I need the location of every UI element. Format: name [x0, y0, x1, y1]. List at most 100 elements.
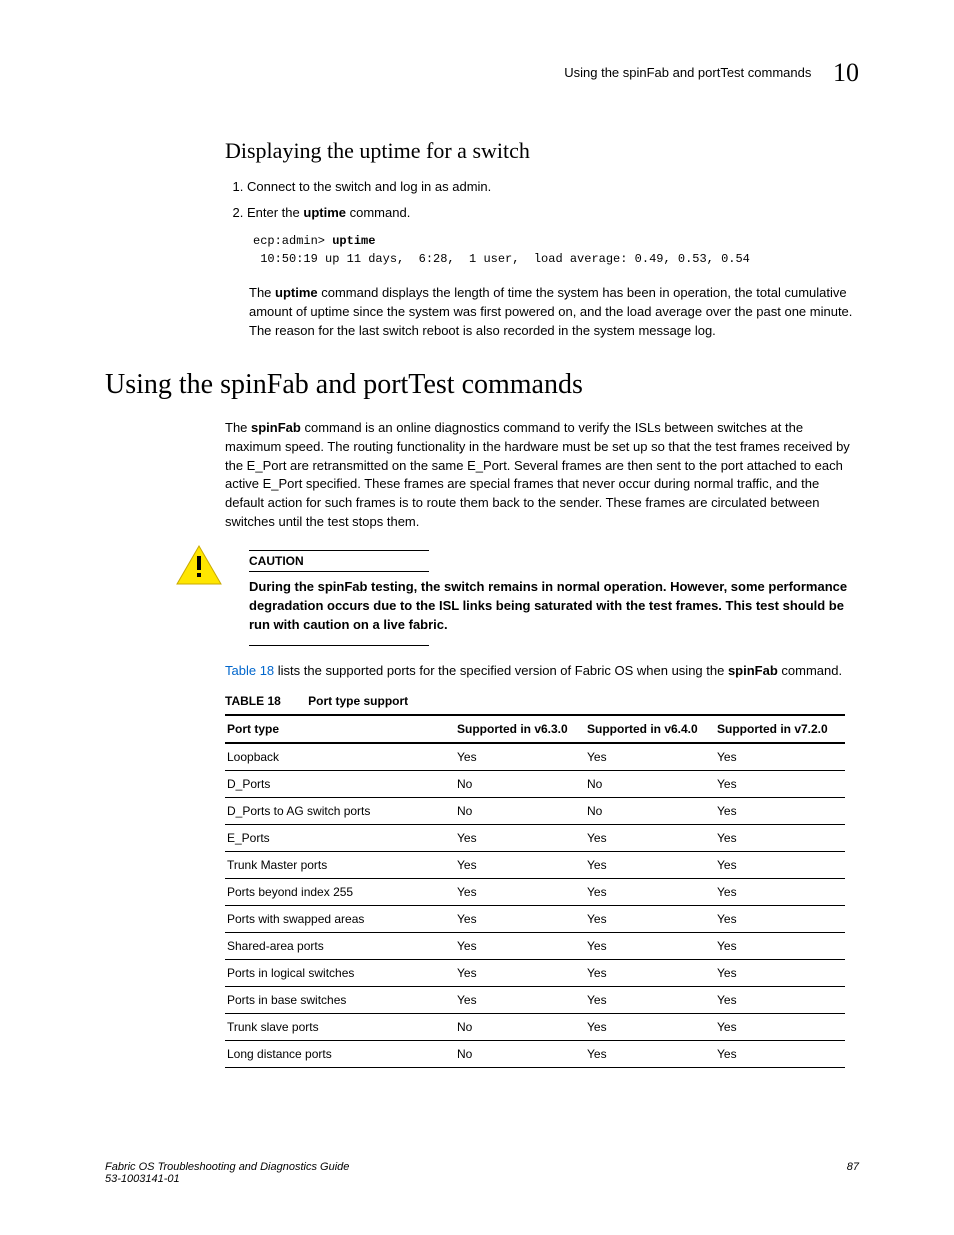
table-cell: Yes — [455, 906, 585, 933]
table-cell: Yes — [585, 987, 715, 1014]
table-cell: Trunk Master ports — [225, 852, 455, 879]
section-number: 10 — [833, 58, 859, 87]
code-output: 10:50:19 up 11 days, 6:28, 1 user, load … — [253, 252, 750, 266]
table-row: Trunk slave portsNoYesYes — [225, 1014, 845, 1041]
table-cell: Yes — [715, 852, 845, 879]
p1-cmd: spinFab — [251, 420, 301, 435]
table-cell: Yes — [585, 1014, 715, 1041]
table-row: D_Ports to AG switch portsNoNoYes — [225, 798, 845, 825]
port-type-table: Port type Supported in v6.3.0 Supported … — [225, 714, 845, 1068]
page-footer: 87 Fabric OS Troubleshooting and Diagnos… — [105, 1161, 859, 1185]
uptime-explain: The uptime command displays the length o… — [249, 284, 859, 341]
table-cell: Yes — [715, 1041, 845, 1068]
table-row: Ports beyond index 255YesYesYes — [225, 879, 845, 906]
table-row: Ports in base switchesYesYesYes — [225, 987, 845, 1014]
table-cell: Yes — [585, 906, 715, 933]
table-cell: Ports in logical switches — [225, 960, 455, 987]
th-port-type: Port type — [225, 715, 455, 743]
table-cell: Yes — [455, 987, 585, 1014]
table-cell: Yes — [585, 879, 715, 906]
step2-pre: Enter the — [247, 205, 303, 220]
table-number: TABLE 18 — [225, 694, 281, 708]
table-cell: Yes — [585, 825, 715, 852]
step-1: Connect to the switch and log in as admi… — [247, 178, 859, 196]
caution-body: CAUTION During the spinFab testing, the … — [249, 550, 859, 646]
table-row: Trunk Master portsYesYesYes — [225, 852, 845, 879]
table-cell: Yes — [715, 960, 845, 987]
table-cell: Yes — [585, 1041, 715, 1068]
table-row: Ports in logical switchesYesYesYes — [225, 960, 845, 987]
code-command: uptime — [332, 234, 375, 248]
table-row: Ports with swapped areasYesYesYes — [225, 906, 845, 933]
table-caption: TABLE 18 Port type support — [225, 694, 859, 708]
table-cell: Yes — [585, 933, 715, 960]
table-cell: Yes — [585, 743, 715, 771]
th-v640: Supported in v6.4.0 — [585, 715, 715, 743]
table-cell: Yes — [715, 771, 845, 798]
page: Using the spinFab and portTest commands … — [0, 0, 954, 1235]
p1-pre: The — [225, 420, 251, 435]
p2-post: command. — [778, 663, 842, 678]
heading-uptime: Displaying the uptime for a switch — [225, 138, 859, 164]
table-cell: No — [455, 1041, 585, 1068]
table-cell: Loopback — [225, 743, 455, 771]
heading-spinfab: Using the spinFab and portTest commands — [105, 369, 859, 401]
table-cell: Yes — [455, 933, 585, 960]
explain-post: command displays the length of time the … — [249, 285, 852, 338]
explain-cmd: uptime — [275, 285, 318, 300]
table-cell: Yes — [715, 798, 845, 825]
caution-block: CAUTION During the spinFab testing, the … — [105, 550, 859, 646]
table-title: Port type support — [308, 694, 408, 708]
table-cell: Yes — [715, 1014, 845, 1041]
table-cell: Ports beyond index 255 — [225, 879, 455, 906]
table-cell: No — [585, 771, 715, 798]
caution-label: CAUTION — [249, 550, 429, 572]
table-cell: Yes — [455, 960, 585, 987]
caution-rule — [249, 645, 429, 646]
th-v630: Supported in v6.3.0 — [455, 715, 585, 743]
spinfab-para2: Table 18 lists the supported ports for t… — [225, 662, 859, 681]
table-cell: D_Ports — [225, 771, 455, 798]
table-header-row: Port type Supported in v6.3.0 Supported … — [225, 715, 845, 743]
table-cell: Yes — [455, 852, 585, 879]
step-2: Enter the uptime command. — [247, 204, 859, 222]
table-cell: Yes — [715, 906, 845, 933]
table-cell: Yes — [715, 933, 845, 960]
table-cell: Yes — [585, 852, 715, 879]
table-cell: No — [455, 1014, 585, 1041]
table-cell: Yes — [455, 825, 585, 852]
p2-cmd: spinFab — [728, 663, 778, 678]
caution-text: During the spinFab testing, the switch r… — [249, 578, 859, 635]
footer-title: Fabric OS Troubleshooting and Diagnostic… — [105, 1161, 349, 1173]
th-v720: Supported in v7.2.0 — [715, 715, 845, 743]
table-cell: No — [455, 771, 585, 798]
table-row: D_PortsNoNoYes — [225, 771, 845, 798]
page-number: 87 — [847, 1161, 859, 1173]
table-cell: Yes — [715, 879, 845, 906]
table-cell: Yes — [715, 743, 845, 771]
table-cell: Yes — [455, 879, 585, 906]
table-link[interactable]: Table 18 — [225, 663, 274, 678]
table-cell: Yes — [715, 987, 845, 1014]
table-cell: Yes — [455, 743, 585, 771]
table-cell: Yes — [715, 825, 845, 852]
p2-mid: lists the supported ports for the specif… — [274, 663, 728, 678]
running-title: Using the spinFab and portTest commands — [564, 65, 811, 80]
table-cell: Shared-area ports — [225, 933, 455, 960]
step2-cmd: uptime — [303, 205, 346, 220]
table-cell: Ports in base switches — [225, 987, 455, 1014]
code-block: ecp:admin> uptime 10:50:19 up 11 days, 6… — [253, 232, 859, 268]
table-cell: Trunk slave ports — [225, 1014, 455, 1041]
table-cell: Ports with swapped areas — [225, 906, 455, 933]
footer-docnum: 53-1003141-01 — [105, 1173, 180, 1185]
spinfab-para1: The spinFab command is an online diagnos… — [225, 419, 859, 532]
table-row: LoopbackYesYesYes — [225, 743, 845, 771]
steps-list: Connect to the switch and log in as admi… — [225, 178, 859, 222]
p1-post: command is an online diagnostics command… — [225, 420, 850, 529]
table-cell: Long distance ports — [225, 1041, 455, 1068]
table-cell: Yes — [585, 960, 715, 987]
step2-post: command. — [346, 205, 410, 220]
code-prompt: ecp:admin> — [253, 234, 332, 248]
table-cell: D_Ports to AG switch ports — [225, 798, 455, 825]
table-cell: No — [455, 798, 585, 825]
